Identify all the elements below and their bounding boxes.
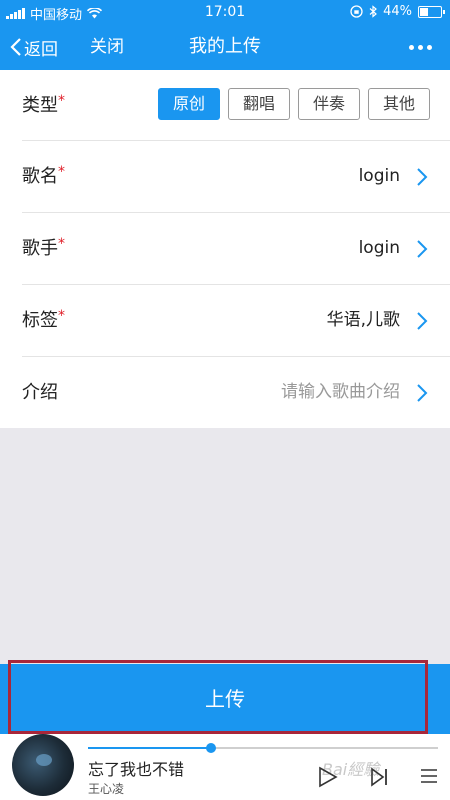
singer-label: 歌手* [22, 236, 65, 259]
type-option-other[interactable]: 其他 [368, 88, 430, 120]
play-icon[interactable] [318, 766, 338, 788]
chevron-left-icon [10, 38, 21, 56]
tags-label: 标签* [22, 308, 65, 331]
back-label: 返回 [24, 39, 58, 60]
upload-form: 类型* 原创 翻唱 伴奏 其他 歌名* login 歌手* login 标签* … [0, 70, 450, 428]
status-bar: 中国移动 17:01 44% [0, 0, 450, 24]
next-track-icon[interactable] [370, 766, 390, 788]
progress-fill [88, 747, 211, 749]
song-artist: 王心凌 [88, 782, 125, 796]
page-title: 我的上传 [189, 36, 261, 57]
intro-input[interactable]: 请输入歌曲介绍 [281, 357, 400, 428]
chevron-right-icon [417, 312, 428, 330]
playlist-icon[interactable] [420, 766, 438, 786]
type-options: 原创 翻唱 伴奏 其他 [158, 88, 430, 120]
chevron-right-icon [417, 240, 428, 258]
singer-value: login [358, 238, 400, 258]
progress-knob[interactable] [205, 743, 216, 753]
song-name-row[interactable]: 歌名* login [22, 141, 450, 213]
highlight-annotation [8, 660, 428, 734]
album-art[interactable] [12, 734, 74, 796]
rotation-lock-icon [350, 5, 363, 18]
required-mark: * [58, 308, 65, 324]
song-title: 忘了我也不错 [88, 760, 185, 779]
more-dots-icon[interactable] [409, 24, 432, 70]
progress-bar[interactable] [88, 743, 438, 753]
battery-icon [418, 5, 445, 18]
tags-row[interactable]: 标签* 华语,儿歌 [22, 285, 450, 357]
chevron-right-icon [417, 168, 428, 186]
bluetooth-icon [369, 5, 378, 18]
type-option-cover[interactable]: 翻唱 [228, 88, 290, 120]
navigation-bar: 返回 关闭 我的上传 [0, 24, 450, 70]
mini-player: 忘了我也不错 王心凌 Bai經驗 [0, 734, 450, 800]
required-mark: * [58, 164, 65, 180]
type-option-accompaniment[interactable]: 伴奏 [298, 88, 360, 120]
type-row: 类型* 原创 翻唱 伴奏 其他 [22, 70, 450, 141]
type-option-original[interactable]: 原创 [158, 88, 220, 120]
intro-label: 介绍 [22, 382, 58, 403]
tags-value: 华语,儿歌 [326, 310, 400, 330]
battery-percent: 44% [383, 4, 412, 19]
intro-row[interactable]: 介绍 请输入歌曲介绍 [22, 357, 450, 428]
singer-row[interactable]: 歌手* login [22, 213, 450, 285]
type-label: 类型* [22, 93, 65, 116]
close-button[interactable]: 关闭 [90, 24, 124, 70]
required-mark: * [58, 93, 65, 109]
song-name-label: 歌名* [22, 164, 65, 187]
required-mark: * [58, 236, 65, 252]
song-name-value: login [358, 166, 400, 186]
chevron-right-icon [417, 384, 428, 402]
back-button[interactable]: 返回 [10, 24, 58, 70]
battery-level [420, 7, 428, 16]
